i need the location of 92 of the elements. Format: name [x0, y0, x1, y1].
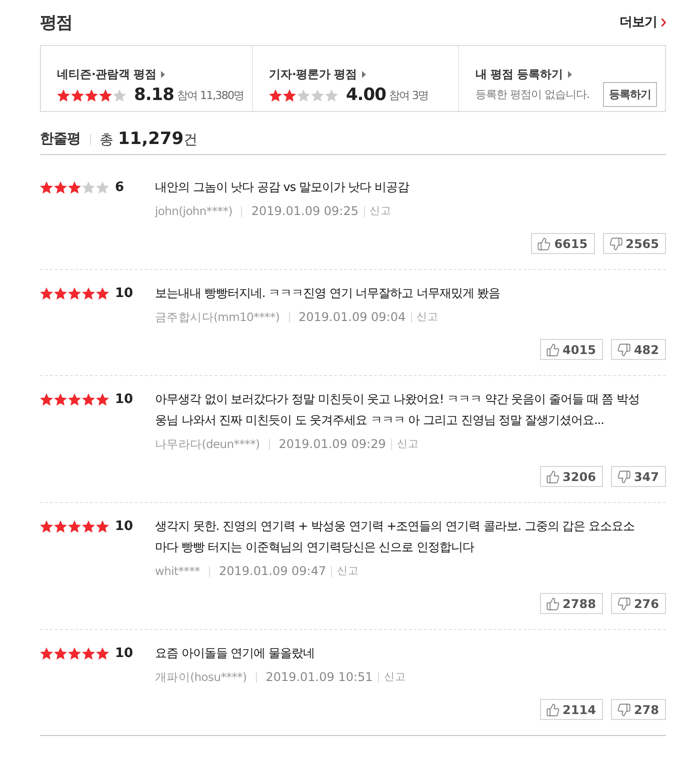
star-icon — [324, 88, 338, 102]
star-icon — [268, 88, 282, 102]
review-text: 요즘 아이돌들 연기에 물올랐네 — [155, 645, 316, 662]
like-button[interactable]: 6615 — [531, 233, 595, 254]
dislike-button[interactable]: 278 — [610, 699, 666, 720]
comments-total: 총 11,279건 — [100, 129, 198, 149]
author-name: 개파이(hosu****) — [155, 670, 247, 684]
review-date: 2019.01.09 09:47 — [219, 564, 326, 578]
review-date: 2019.01.09 09:04 — [298, 310, 406, 324]
no-rating-message: 등록한 평점이 없습니다. — [475, 87, 590, 102]
thumbs-up-icon — [546, 596, 560, 610]
review-score: 10 — [115, 519, 134, 534]
review-text: 보는내내 빵빵터지네. ㅋㅋㅋ진영 연기 너무잘하고 너무재밌게 봤음 — [155, 285, 502, 302]
star-icon — [82, 287, 95, 300]
review-score: 10 — [115, 392, 134, 407]
star-icon — [113, 88, 126, 102]
star-icon — [82, 647, 95, 660]
review-score: 6 — [115, 180, 124, 195]
dislike-button[interactable]: 2565 — [602, 233, 666, 254]
thumbs-down-icon — [616, 596, 631, 610]
author-name: whit**** — [155, 564, 200, 578]
star-icon — [82, 393, 95, 406]
like-button[interactable]: 2788 — [540, 593, 603, 614]
review-text: 아무생각 없이 보러갔다가 정말 미친듯이 웃고 나왔어요! ㅋㅋㅋ 약간 웃음이 줄어들 때 쯤 박성웅님 나와서 진짜 미친듯이 도 웃겨주세요 ㅋㅋㅋ 아 그리고 진영님 정말 잘생기셨어요... — [155, 391, 640, 429]
star-icon — [96, 647, 109, 660]
thumbs-up-icon — [546, 470, 560, 484]
triangle-icon — [161, 70, 166, 78]
star-icon — [54, 393, 67, 406]
star-icon — [40, 520, 53, 533]
author-name: 나무라다(deun****) — [155, 436, 260, 452]
star-icon — [96, 287, 109, 300]
comments-title: 한줄평 — [40, 130, 80, 148]
star-icon — [68, 181, 81, 194]
rating-label-link[interactable]: 네티즌·관람객 평점 — [57, 66, 166, 82]
thumbs-down-icon — [616, 702, 631, 716]
star-icon — [40, 647, 53, 660]
like-button[interactable]: 2114 — [540, 699, 603, 720]
star-icon — [40, 393, 53, 406]
participant-count: 참여 3명 — [388, 88, 428, 102]
chevron-right-icon — [661, 18, 666, 26]
thumbs-up-icon — [537, 236, 552, 250]
thumbs-down-icon — [616, 470, 631, 484]
author-name: john(john****) — [155, 204, 232, 218]
star-icon — [82, 520, 95, 533]
star-icon — [68, 393, 81, 406]
star-icon — [310, 88, 324, 102]
more-link[interactable]: 더보기 — [620, 13, 666, 31]
review-date: 2019.01.09 09:25 — [251, 204, 358, 218]
thumbs-down-icon — [608, 236, 623, 250]
review-date: 2019.01.09 10:51 — [266, 670, 373, 684]
review-date: 2019.01.09 09:29 — [278, 437, 386, 451]
star-icon — [96, 520, 109, 533]
register-button[interactable]: 등록하기 — [603, 82, 657, 107]
star-icon — [54, 287, 67, 300]
star-icon — [85, 88, 98, 102]
review-score: 10 — [115, 286, 134, 301]
register-rating-link[interactable]: 내 평점 등록하기 — [475, 66, 572, 82]
star-icon — [296, 88, 310, 102]
review-text: 생각지 못한. 진영의 연기력 + 박성웅 연기력 +조연들의 연기력 콜라보. 그중의 갑은 요소요소 마다 빵빵 터지는 이준혁님의 연기력당신은 신으로 인정합니다 — [155, 518, 636, 556]
author-name: 금주합시다(mm10****) — [155, 310, 280, 324]
star-icon — [54, 181, 67, 194]
star-icon — [40, 287, 53, 300]
star-icon — [54, 520, 67, 533]
star-icon — [68, 287, 81, 300]
thumbs-down-icon — [616, 342, 631, 356]
average-score: 8.18 — [134, 85, 174, 105]
review-score: 10 — [115, 646, 134, 661]
star-icon — [282, 88, 296, 102]
star-icon — [99, 88, 112, 102]
thumbs-up-icon — [546, 702, 560, 716]
star-icon — [54, 647, 67, 660]
star-icon — [82, 181, 95, 194]
star-icon — [96, 181, 109, 194]
triangle-icon — [568, 70, 572, 78]
star-icon — [68, 520, 81, 533]
thumbs-up-icon — [546, 342, 560, 356]
triangle-icon — [362, 70, 366, 78]
section-title: 평점 — [40, 12, 72, 34]
rating-label-link[interactable]: 기자·평론가 평점 — [268, 66, 366, 82]
star-icon — [71, 88, 84, 102]
average-score: 4.00 — [346, 85, 386, 105]
star-icon — [57, 88, 70, 102]
like-button[interactable]: 3206 — [540, 466, 603, 487]
dislike-button[interactable]: 482 — [610, 339, 666, 360]
dislike-button[interactable]: 347 — [610, 466, 666, 487]
dislike-button[interactable]: 276 — [610, 593, 666, 614]
like-button[interactable]: 4015 — [540, 339, 603, 360]
participant-count: 참여 11,380명 — [176, 88, 244, 102]
star-icon — [68, 647, 81, 660]
star-icon — [40, 181, 53, 194]
star-icon — [96, 393, 109, 406]
review-text: 내안의 그놈이 낫다 공감 vs 말모이가 낫다 비공감 — [155, 179, 410, 196]
